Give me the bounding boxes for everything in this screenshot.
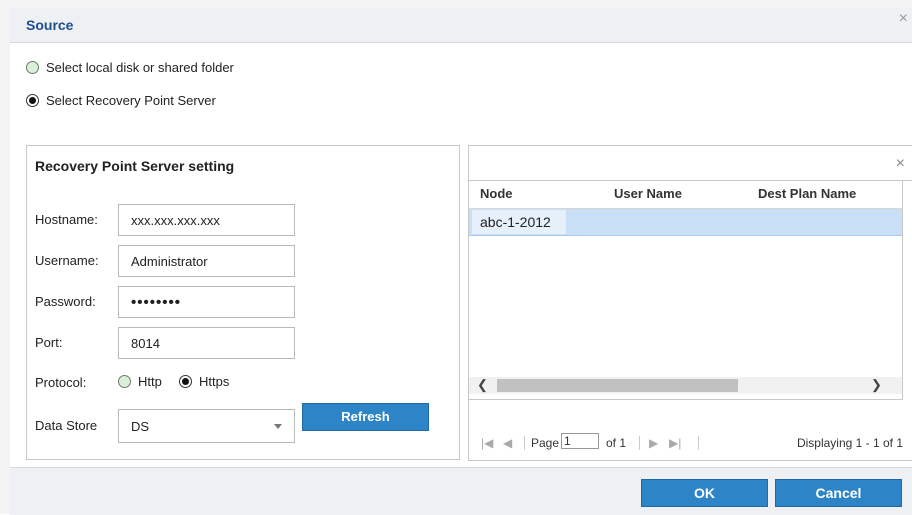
grid-header: Node User Name Dest Plan Name bbox=[469, 181, 902, 209]
chevron-down-icon[interactable] bbox=[274, 423, 282, 429]
column-dest-plan-name[interactable]: Dest Plan Name bbox=[758, 186, 856, 201]
option-local-disk-label: Select local disk or shared folder bbox=[46, 60, 234, 75]
horizontal-scrollbar[interactable]: ❮ ❯ bbox=[469, 377, 902, 394]
radio-http[interactable] bbox=[118, 375, 131, 388]
port-label: Port: bbox=[35, 335, 63, 350]
node-cell: abc-1-2012 bbox=[472, 210, 566, 234]
first-page-icon[interactable]: |◀ bbox=[481, 436, 493, 450]
username-field[interactable]: Administrator bbox=[118, 245, 295, 277]
protocol-label: Protocol: bbox=[35, 375, 87, 390]
username-label: Username: bbox=[35, 253, 99, 268]
datastore-value: DS bbox=[131, 418, 150, 434]
page-number-input[interactable]: 1 bbox=[561, 433, 599, 449]
protocol-http-label: Http bbox=[138, 374, 162, 389]
table-row[interactable]: abc-1-2012 bbox=[469, 209, 902, 236]
rps-settings-title: Recovery Point Server setting bbox=[35, 158, 235, 174]
scrollbar-thumb[interactable] bbox=[497, 379, 738, 392]
node-grid-panel: × Node User Name Dest Plan Name abc-1-20… bbox=[468, 145, 912, 461]
pager-divider bbox=[639, 436, 640, 450]
datastore-select[interactable]: DS bbox=[118, 409, 295, 443]
grid-filter-bar: × bbox=[469, 146, 912, 181]
column-node[interactable]: Node bbox=[480, 186, 513, 201]
pager-divider bbox=[698, 436, 699, 450]
cancel-button[interactable]: Cancel bbox=[775, 479, 902, 507]
protocol-http-option[interactable]: Http bbox=[118, 374, 162, 389]
refresh-button[interactable]: Refresh bbox=[302, 403, 429, 431]
password-field[interactable]: •••••••• bbox=[118, 286, 295, 318]
dialog-footer: OK Cancel bbox=[10, 467, 912, 515]
column-user-name[interactable]: User Name bbox=[614, 186, 682, 201]
dialog-title: Source bbox=[26, 17, 74, 33]
title-bar: Source × bbox=[10, 8, 912, 43]
clear-icon[interactable]: × bbox=[896, 155, 905, 173]
close-icon[interactable]: × bbox=[899, 10, 908, 28]
node-grid: Node User Name Dest Plan Name abc-1-2012… bbox=[469, 181, 903, 400]
protocol-https-label: Https bbox=[199, 374, 230, 389]
option-local-disk[interactable]: Select local disk or shared folder bbox=[26, 60, 234, 75]
radio-local-disk[interactable] bbox=[26, 61, 39, 74]
scroll-right-icon[interactable]: ❯ bbox=[871, 377, 882, 393]
password-label: Password: bbox=[35, 294, 96, 309]
option-recovery-point-server-label: Select Recovery Point Server bbox=[46, 93, 216, 108]
port-field[interactable]: 8014 bbox=[118, 327, 295, 359]
option-recovery-point-server[interactable]: Select Recovery Point Server bbox=[26, 93, 216, 108]
page-count-label: of 1 bbox=[606, 436, 627, 450]
pager-divider bbox=[524, 436, 525, 450]
scroll-left-icon[interactable]: ❮ bbox=[477, 377, 488, 393]
hostname-field[interactable]: xxx.xxx.xxx.xxx bbox=[118, 204, 295, 236]
rps-settings-panel: Recovery Point Server setting Hostname: … bbox=[26, 145, 460, 460]
ok-button[interactable]: OK bbox=[641, 479, 768, 507]
next-page-icon[interactable]: ▶ bbox=[649, 436, 658, 450]
datastore-label: Data Store bbox=[35, 418, 98, 433]
page-label: Page bbox=[531, 436, 560, 450]
radio-https[interactable] bbox=[179, 375, 192, 388]
pagination-bar: |◀ ◀ Page 1 of 1 ▶ ▶| Displaying 1 - 1 o… bbox=[469, 432, 912, 458]
display-count: Displaying 1 - 1 of 1 bbox=[796, 436, 903, 450]
radio-recovery-point-server[interactable] bbox=[26, 94, 39, 107]
source-dialog: Source × Select local disk or shared fol… bbox=[0, 0, 912, 515]
protocol-https-option[interactable]: Https bbox=[179, 374, 229, 389]
last-page-icon[interactable]: ▶| bbox=[669, 436, 681, 450]
prev-page-icon[interactable]: ◀ bbox=[503, 436, 512, 450]
hostname-label: Hostname: bbox=[35, 212, 98, 227]
dialog-content: Select local disk or shared folder Selec… bbox=[10, 43, 912, 467]
